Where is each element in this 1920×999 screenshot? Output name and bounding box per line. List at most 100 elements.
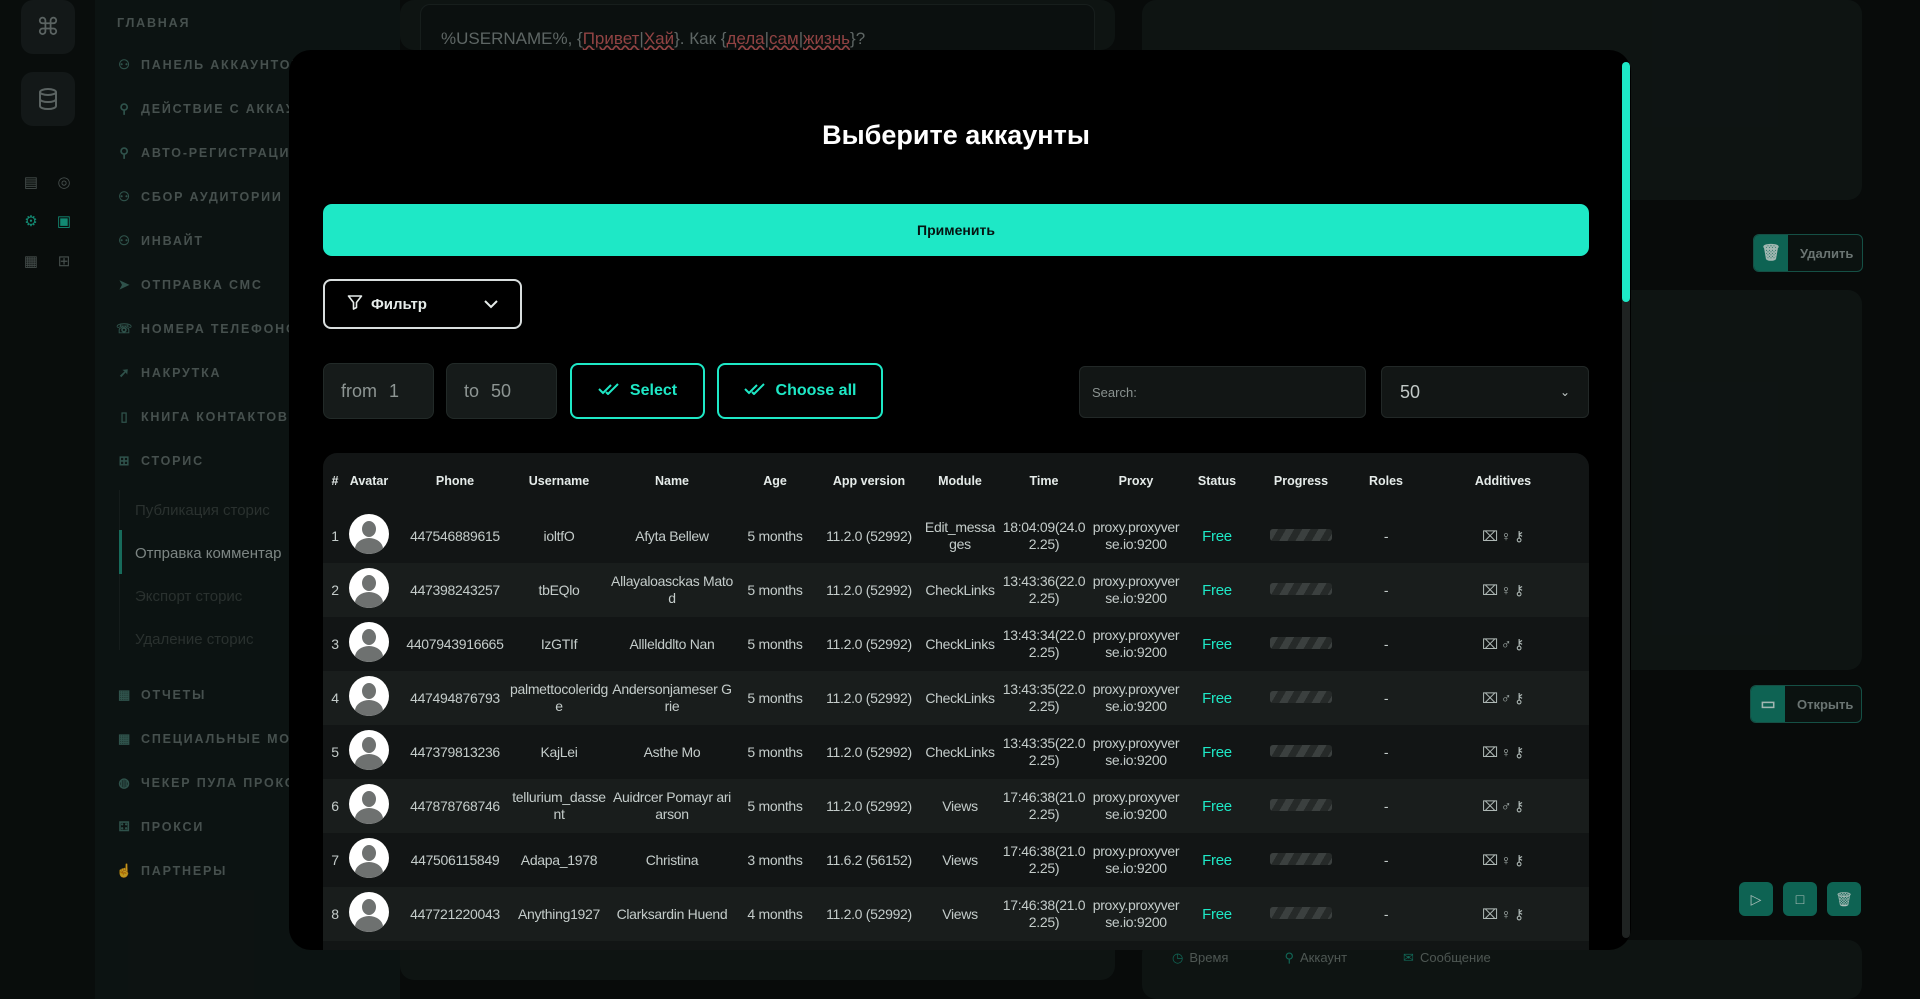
table-cell-username: Adapa_1978 bbox=[520, 851, 598, 868]
table-cell-proxy: proxy.proxyverse.io:9200 bbox=[1092, 897, 1180, 930]
apply-button[interactable]: Применить bbox=[323, 204, 1589, 256]
table-cell-username: ioltfO bbox=[543, 527, 575, 544]
column-header[interactable]: Additives bbox=[1423, 473, 1583, 490]
table-cell-module: Views bbox=[942, 905, 978, 922]
table-cell-phone: 447546889615 bbox=[410, 527, 500, 544]
key-icon[interactable]: ⚷ bbox=[1514, 636, 1524, 653]
avatar-placeholder-icon bbox=[349, 676, 389, 716]
column-header[interactable]: App version bbox=[817, 473, 921, 490]
key-icon[interactable]: ⚷ bbox=[1514, 582, 1524, 599]
progress-bar bbox=[1253, 852, 1349, 869]
column-header[interactable]: Module bbox=[923, 473, 997, 490]
table-row[interactable]: 1 447546889615 ioltfO Afyta Bellew 5 months 1… bbox=[323, 509, 1589, 563]
to-input[interactable] bbox=[491, 380, 532, 402]
table-row[interactable]: 6 447878768746 tellurium_dassent Auidrcer P… bbox=[323, 779, 1589, 833]
avatar bbox=[347, 676, 391, 720]
table-cell-phone: 447379813236 bbox=[410, 743, 500, 760]
additives: ⌧ ♀ ⚷ bbox=[1423, 744, 1583, 761]
table-cell-module: CheckLinks bbox=[925, 743, 995, 760]
gender-icon: ♂ bbox=[1500, 797, 1512, 814]
key-icon[interactable]: ⚷ bbox=[1514, 744, 1524, 761]
contact-card-icon[interactable]: ⌧ bbox=[1482, 798, 1498, 815]
table-cell-proxy: proxy.proxyverse.io:9200 bbox=[1092, 843, 1180, 876]
contact-card-icon[interactable]: ⌧ bbox=[1482, 636, 1498, 653]
table-cell-roles: - bbox=[1383, 527, 1389, 544]
table-cell-module: CheckLinks bbox=[925, 689, 995, 706]
key-icon[interactable]: ⚷ bbox=[1514, 528, 1524, 545]
table-cell-app: 11.2.0 (52992) bbox=[826, 797, 912, 814]
table-cell-n: 7 bbox=[331, 851, 339, 868]
column-header[interactable]: Name bbox=[611, 473, 733, 490]
contact-card-icon[interactable]: ⌧ bbox=[1482, 582, 1498, 599]
table-cell-module: Views bbox=[942, 797, 978, 814]
from-input[interactable] bbox=[389, 380, 429, 402]
table-cell-n: 1 bbox=[331, 527, 339, 544]
key-icon[interactable]: ⚷ bbox=[1514, 906, 1524, 923]
key-icon[interactable]: ⚷ bbox=[1514, 852, 1524, 869]
gender-icon: ♀ bbox=[1500, 743, 1512, 760]
contact-card-icon[interactable]: ⌧ bbox=[1482, 528, 1498, 545]
avatar bbox=[347, 514, 391, 558]
column-header[interactable]: Progress bbox=[1253, 473, 1349, 490]
filter-dropdown[interactable]: Фильтр bbox=[323, 279, 522, 329]
search-input[interactable] bbox=[1079, 366, 1366, 418]
range-to[interactable]: to bbox=[446, 363, 557, 419]
column-header[interactable]: # bbox=[327, 473, 343, 490]
contact-card-icon[interactable]: ⌧ bbox=[1482, 744, 1498, 761]
column-header[interactable]: Age bbox=[735, 473, 815, 490]
table-cell-username: IzGTIf bbox=[540, 635, 578, 652]
chevron-down-icon bbox=[484, 297, 498, 312]
table-cell-time: 13:43:34(22.02.25) bbox=[1002, 627, 1086, 660]
table-cell-age: 5 months bbox=[747, 689, 803, 706]
progress-bar bbox=[1253, 690, 1349, 707]
column-header[interactable]: Proxy bbox=[1091, 473, 1181, 490]
column-header[interactable]: Status bbox=[1183, 473, 1251, 490]
avatar-placeholder-icon bbox=[349, 568, 389, 608]
progress-bar bbox=[1253, 528, 1349, 545]
progress-stripes bbox=[1270, 582, 1332, 595]
table-cell-status: Free bbox=[1202, 743, 1232, 761]
contact-card-icon[interactable]: ⌧ bbox=[1482, 852, 1498, 869]
range-from[interactable]: from bbox=[323, 363, 434, 419]
table-row[interactable]: 2 447398243257 tbEQlo Allayaloasckas Matod 5… bbox=[323, 563, 1589, 617]
to-label: to bbox=[464, 380, 480, 401]
select-button[interactable]: Select bbox=[570, 363, 705, 419]
progress-bar bbox=[1253, 582, 1349, 599]
page-size-select[interactable]: 50 ⌄ bbox=[1381, 366, 1589, 418]
contact-card-icon[interactable]: ⌧ bbox=[1482, 690, 1498, 707]
key-icon[interactable]: ⚷ bbox=[1514, 798, 1524, 815]
key-icon[interactable]: ⚷ bbox=[1514, 690, 1524, 707]
contact-card-icon[interactable]: ⌧ bbox=[1482, 906, 1498, 923]
additives: ⌧ ♂ ⚷ bbox=[1423, 690, 1583, 707]
modal-scrollbar[interactable] bbox=[1622, 62, 1630, 938]
table-cell-time: 13:43:35(22.02.25) bbox=[1002, 681, 1086, 714]
choose-all-button[interactable]: Choose all bbox=[717, 363, 883, 419]
scrollbar-thumb[interactable] bbox=[1622, 62, 1630, 302]
table-row[interactable]: 8 447721220043 Anything1927 Clarksardin Hue… bbox=[323, 887, 1589, 941]
table-row[interactable]: 4 447494876793 palmettocoleridge Andersonja… bbox=[323, 671, 1589, 725]
column-header[interactable]: Username bbox=[509, 473, 609, 490]
column-header[interactable]: Avatar bbox=[347, 473, 391, 490]
table-cell-proxy: proxy.proxyverse.io:9200 bbox=[1092, 519, 1180, 552]
table-cell-status: Free bbox=[1202, 527, 1232, 545]
additives: ⌧ ♀ ⚷ bbox=[1423, 906, 1583, 923]
column-header[interactable]: Time bbox=[999, 473, 1089, 490]
table-row[interactable]: 3 4407943916665 IzGTIf Alllelddlto Nan 5 mon… bbox=[323, 617, 1589, 671]
avatar-placeholder-icon bbox=[349, 622, 389, 662]
column-header[interactable]: Roles bbox=[1351, 473, 1421, 490]
column-header[interactable]: Phone bbox=[403, 473, 507, 490]
table-cell-status: Free bbox=[1202, 797, 1232, 815]
table-cell-n: 6 bbox=[331, 797, 339, 814]
select-accounts-modal: Выберите аккаунты Применить Фильтр from … bbox=[289, 50, 1631, 950]
double-check-icon bbox=[598, 382, 620, 400]
table-cell-status: Free bbox=[1202, 635, 1232, 653]
table-cell-roles: - bbox=[1383, 635, 1389, 652]
table-cell-username: palmettocoleridge bbox=[510, 681, 608, 714]
modal-title: Выберите аккаунты bbox=[822, 120, 1090, 150]
gender-icon: ♂ bbox=[1500, 635, 1512, 652]
table-cell-status: Free bbox=[1202, 581, 1232, 599]
table-cell-n: 5 bbox=[331, 743, 339, 760]
table-row[interactable]: 7 447506115849 Adapa_1978 Christina 3 months… bbox=[323, 833, 1589, 887]
table-row[interactable]: 5 447379813236 KajLei Asthe Mo 5 months 11.2.… bbox=[323, 725, 1589, 779]
avatar bbox=[347, 622, 391, 666]
